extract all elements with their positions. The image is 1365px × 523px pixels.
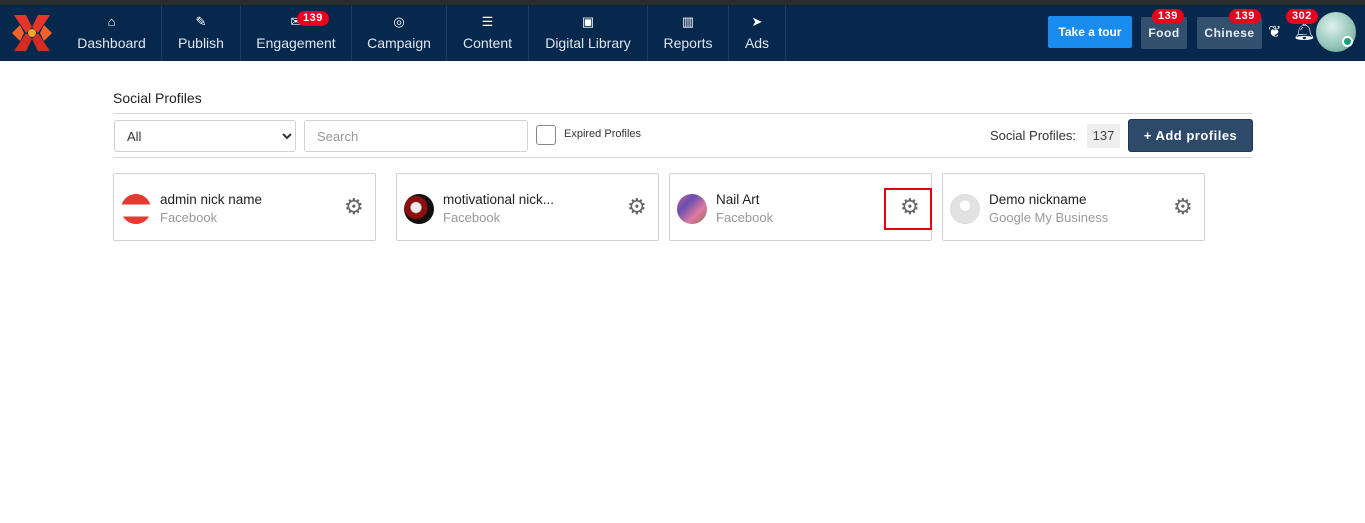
profile-avatar: [950, 194, 980, 224]
briefcase-icon: ▣: [581, 14, 595, 29]
nav-dashboard[interactable]: ⌂ Dashboard: [62, 5, 162, 61]
profiles-count: 137: [1087, 124, 1120, 148]
profile-name: Demo nickname: [989, 192, 1087, 207]
page-title: Social Profiles: [113, 90, 202, 106]
take-tour-button[interactable]: Take a tour: [1048, 16, 1132, 48]
list-icon: ☰: [481, 14, 494, 29]
profile-network: Google My Business: [989, 210, 1109, 225]
profile-card: motivational nick... Facebook ⚙: [396, 173, 659, 241]
chinese-badge: 139: [1229, 9, 1261, 24]
envelope-icon: ✉: [290, 14, 302, 29]
bar-chart-icon: ▥: [681, 14, 695, 29]
profile-name: admin nick name: [160, 192, 263, 207]
profile-network: Facebook: [443, 210, 501, 225]
profile-avatar: [121, 194, 151, 224]
edit-icon: ✎: [195, 14, 207, 29]
expired-profiles-checkbox[interactable]: [536, 125, 556, 145]
profile-card: Demo nickname Google My Business ⚙: [942, 173, 1205, 241]
paper-plane-icon: ➤: [751, 14, 763, 29]
nav-reports[interactable]: ▥ Reports: [648, 5, 729, 61]
brand-logo[interactable]: [10, 11, 54, 55]
settings-gear-icon[interactable]: ⚙: [1173, 196, 1193, 218]
notifications-badge: 302: [1286, 9, 1318, 24]
nav-engagement[interactable]: ✉ Engagement 139: [241, 5, 352, 61]
target-icon: ◎: [393, 14, 405, 29]
bell-icon[interactable]: 🔔︎: [1293, 21, 1316, 42]
online-status-dot: [1342, 36, 1353, 47]
nav-campaign[interactable]: ◎ Campaign: [352, 5, 447, 61]
profile-avatar: [677, 194, 707, 224]
profile-network: Facebook: [716, 210, 774, 225]
profile-network: Facebook: [160, 210, 218, 225]
expired-profiles-label: Expired Profiles: [564, 128, 642, 140]
network-filter-select[interactable]: All: [114, 120, 296, 152]
food-badge: 139: [1152, 9, 1184, 24]
leaf-icon[interactable]: ❦: [1268, 22, 1281, 42]
profile-avatar: [404, 194, 434, 224]
profiles-count-label: Social Profiles:: [990, 128, 1076, 143]
profile-name: motivational nick...: [443, 192, 555, 207]
nav-publish[interactable]: ✎ Publish: [162, 5, 241, 61]
profile-card: admin nick name Facebook ⚙: [113, 173, 376, 241]
highlight-box: [884, 188, 932, 230]
nav-digital-library[interactable]: ▣ Digital Library: [529, 5, 648, 61]
divider: [113, 113, 1252, 114]
divider: [113, 157, 1252, 158]
engagement-badge: 139: [297, 11, 329, 26]
profile-name: Nail Art: [716, 192, 760, 207]
home-icon: ⌂: [107, 14, 116, 29]
nav-ads[interactable]: ➤ Ads: [729, 5, 786, 61]
settings-gear-icon[interactable]: ⚙: [627, 196, 647, 218]
nav-content[interactable]: ☰ Content: [447, 5, 529, 61]
add-profiles-button[interactable]: + Add profiles: [1128, 119, 1253, 152]
settings-gear-icon[interactable]: ⚙: [344, 196, 364, 218]
search-input[interactable]: [304, 120, 528, 152]
